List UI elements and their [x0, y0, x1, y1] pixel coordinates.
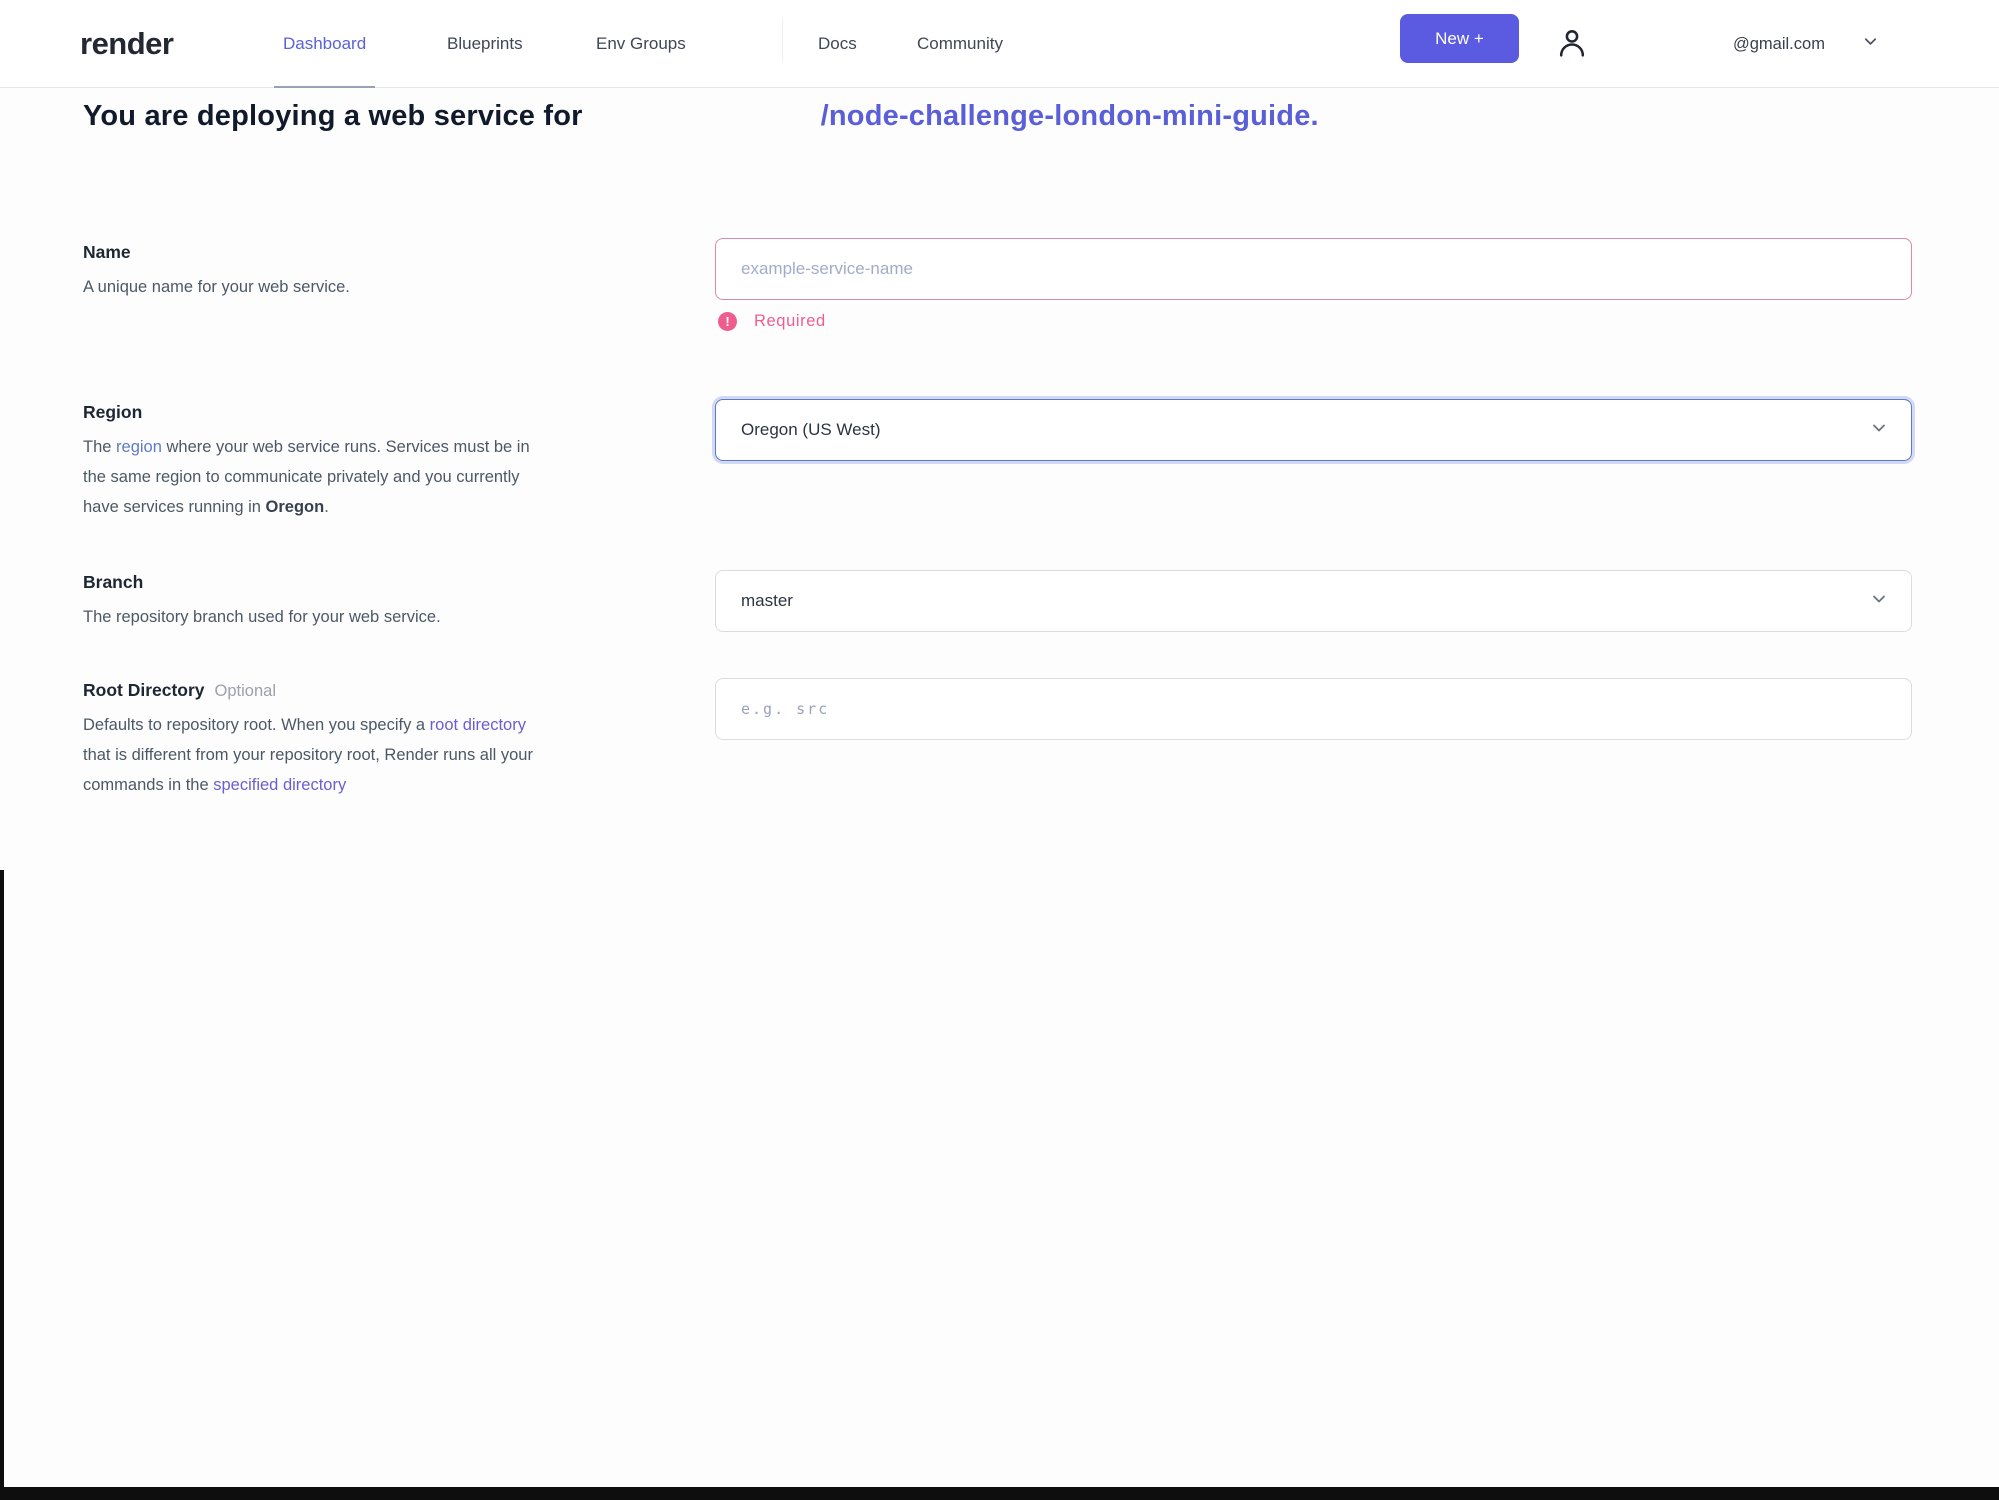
service-name-input[interactable] [715, 238, 1912, 300]
specified-directory-link[interactable]: specified directory [213, 776, 346, 794]
region-select-value: Oregon (US West) [741, 420, 881, 439]
top-nav: render Dashboard Blueprints Env Groups D… [0, 0, 1999, 88]
region-label: Region [83, 402, 143, 422]
deploy-web-service-page: render Dashboard Blueprints Env Groups D… [0, 0, 1999, 1500]
root-directory-link[interactable]: root directory [430, 716, 526, 734]
root-directory-description: Defaults to repository root. When you sp… [83, 716, 533, 794]
window-left-edge [0, 870, 4, 1500]
nav-divider [782, 18, 783, 62]
error-text: Required [754, 312, 826, 330]
optional-tag: Optional [214, 682, 277, 700]
name-field-label-block: Name A unique name for your web service. [83, 242, 553, 302]
root-directory-input[interactable] [715, 678, 1912, 740]
render-logo[interactable]: render [80, 0, 174, 88]
branch-description: The repository branch used for your web … [83, 608, 441, 626]
repo-link[interactable]: /node-challenge-london-mini-guide. [821, 100, 1319, 133]
name-label: Name [83, 242, 131, 262]
root-directory-field-label-block: Root Directory Optional Defaults to repos… [83, 680, 553, 800]
page-title: You are deploying a web service for /nod… [83, 100, 1319, 133]
name-description: A unique name for your web service. [83, 278, 350, 296]
nav-item-dashboard[interactable]: Dashboard [273, 0, 376, 88]
account-email: @gmail.com [1733, 34, 1825, 53]
error-exclamation-icon: ! [718, 312, 737, 331]
chevron-down-icon [1869, 418, 1889, 443]
region-link[interactable]: region [116, 438, 162, 456]
page-title-prefix: You are deploying a web service for [83, 100, 583, 132]
chevron-down-icon [1861, 32, 1880, 56]
name-required-error: ! Required [718, 312, 826, 331]
root-directory-label: Root Directory Optional [83, 680, 277, 700]
region-field-label-block: Region The region where your web service… [83, 402, 553, 522]
region-description: The region where your web service runs. … [83, 438, 530, 516]
branch-field-label-block: Branch The repository branch used for yo… [83, 572, 553, 632]
nav-item-blueprints[interactable]: Blueprints [447, 0, 523, 88]
branch-label: Branch [83, 572, 144, 592]
user-profile-button[interactable] [1550, 22, 1594, 66]
nav-item-community[interactable]: Community [917, 0, 1003, 88]
new-button[interactable]: New + [1400, 14, 1519, 63]
branch-select-value: master [741, 591, 793, 610]
region-select[interactable]: Oregon (US West) [715, 399, 1912, 461]
branch-select[interactable]: master [715, 570, 1912, 632]
person-icon [1554, 25, 1590, 64]
account-menu[interactable]: @gmail.com [1733, 0, 1880, 88]
nav-item-env-groups[interactable]: Env Groups [596, 0, 686, 88]
chevron-down-icon [1869, 589, 1889, 614]
nav-item-docs[interactable]: Docs [818, 0, 857, 88]
window-bottom-edge [0, 1487, 1999, 1500]
